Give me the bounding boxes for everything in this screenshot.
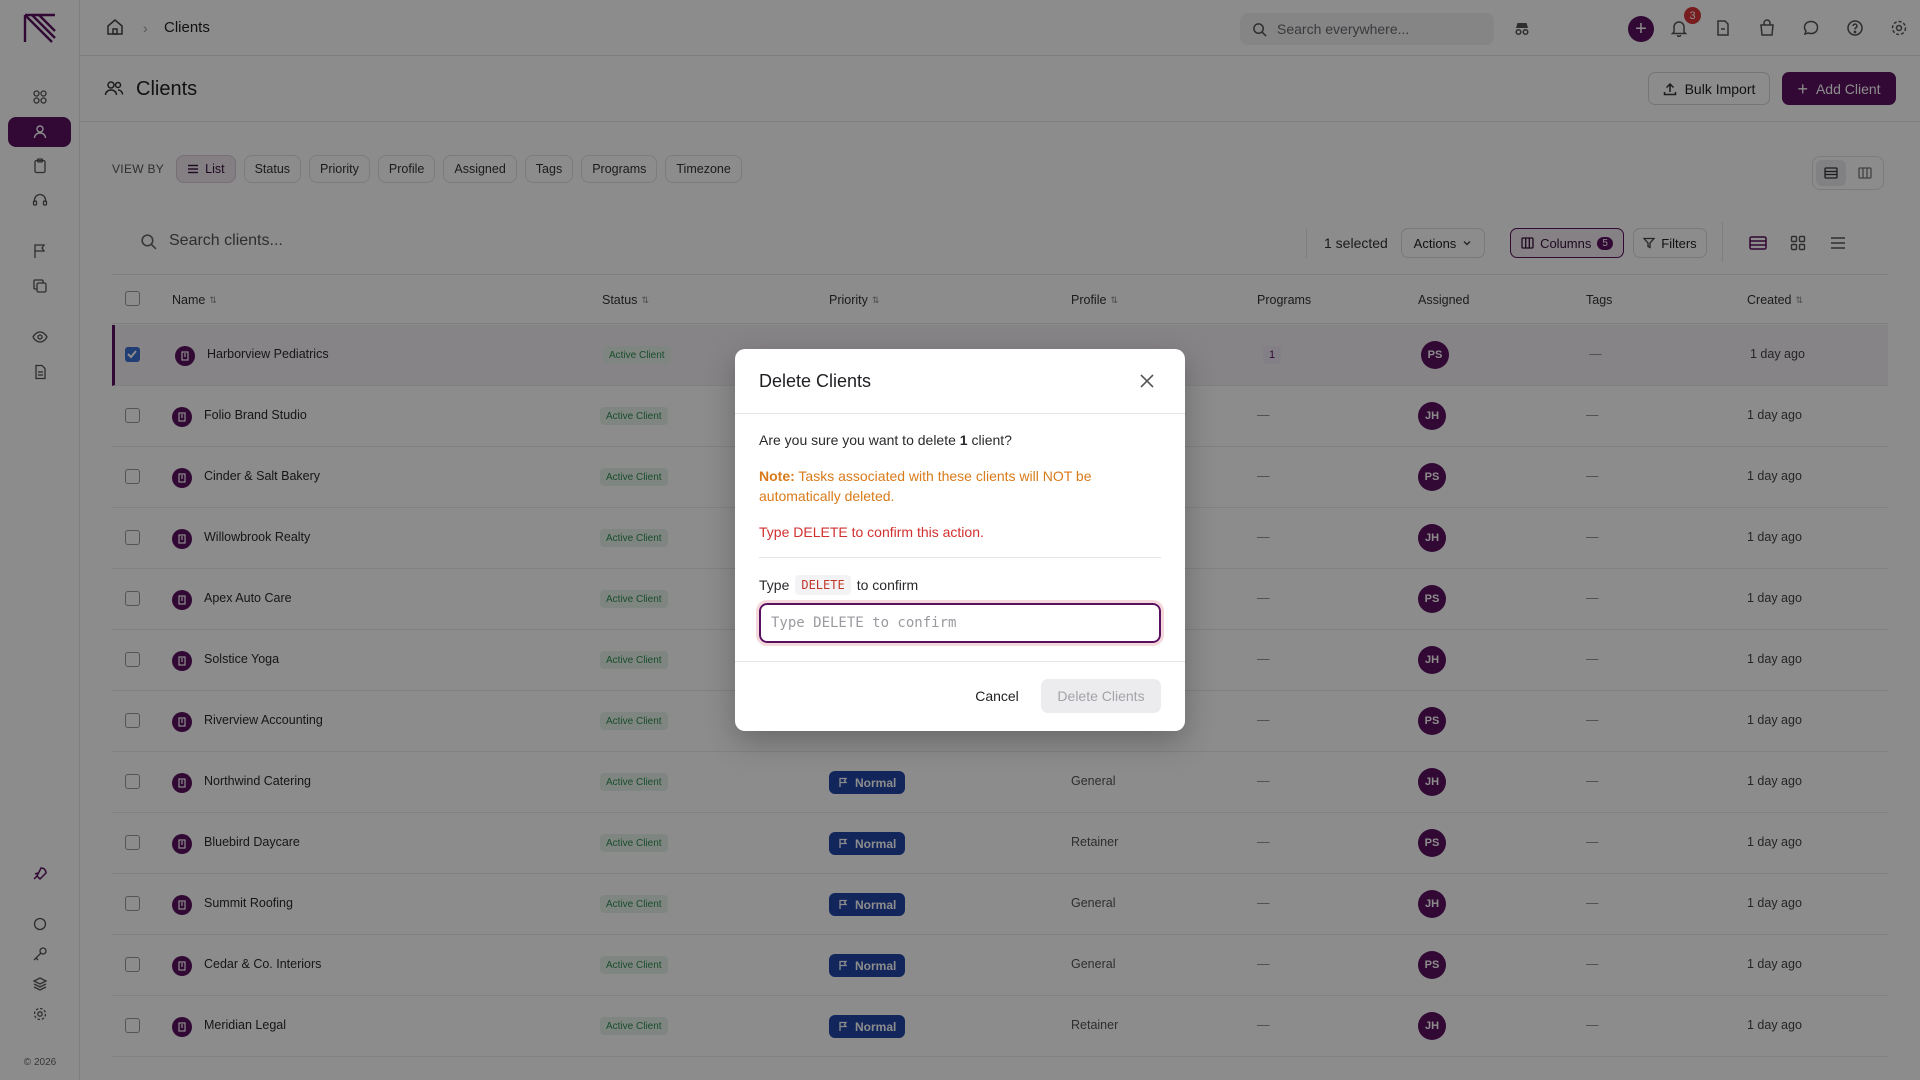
delete-confirm-input[interactable] xyxy=(756,600,1164,646)
note-text: Tasks associated with these clients will… xyxy=(759,468,1092,504)
question-count: 1 xyxy=(959,432,968,448)
dialog-note: Note: Tasks associated with these client… xyxy=(759,466,1159,506)
cancel-button[interactable]: Cancel xyxy=(965,679,1029,713)
dialog-title: Delete Clients xyxy=(759,371,872,391)
question-suffix: client? xyxy=(971,432,1012,448)
note-label: Note: xyxy=(759,468,795,484)
question-prefix: Are you sure you want to delete xyxy=(759,432,956,448)
dialog-divider xyxy=(759,557,1161,558)
confirm-instruction: Type DELETE to confirm this action. xyxy=(759,524,984,540)
delete-clients-button[interactable]: Delete Clients xyxy=(1041,679,1161,713)
type-code: DELETE xyxy=(795,575,851,595)
type-suffix: to confirm xyxy=(856,577,919,593)
dialog-footer-divider xyxy=(735,661,1185,662)
close-icon[interactable] xyxy=(1135,369,1159,393)
type-prefix: Type xyxy=(759,577,790,593)
dialog-question: Are you sure you want to delete 1 client… xyxy=(759,432,1012,448)
delete-clients-dialog: Delete Clients Are you sure you want to … xyxy=(735,349,1185,731)
type-to-confirm-label: Type DELETE to confirm xyxy=(759,575,918,595)
dialog-divider xyxy=(735,413,1185,414)
